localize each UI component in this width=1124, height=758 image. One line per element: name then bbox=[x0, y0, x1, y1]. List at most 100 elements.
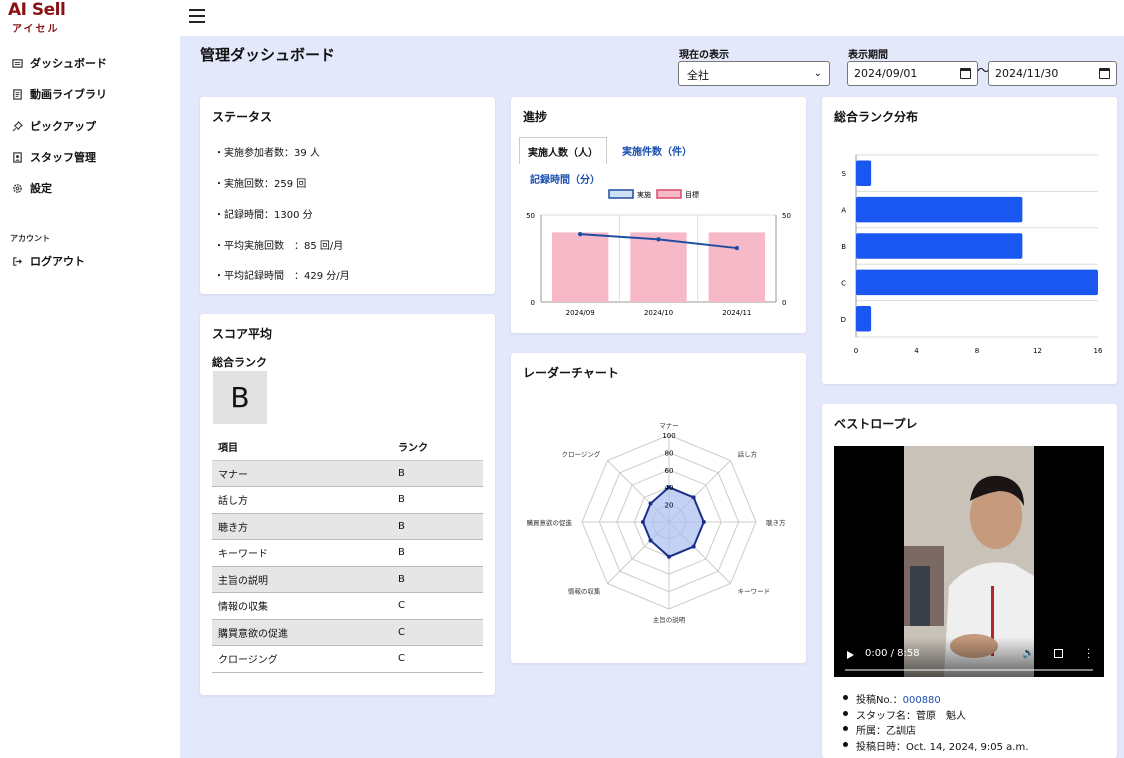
table-row: キーワード B bbox=[212, 539, 483, 567]
score-title: スコア平均 bbox=[212, 327, 273, 341]
more-options-icon[interactable]: ... bbox=[1087, 643, 1090, 661]
radar-point bbox=[691, 495, 696, 500]
radar-axis-label: 主旨の説明 bbox=[653, 615, 686, 624]
y-tick-label: B bbox=[841, 243, 846, 251]
sidebar-item-settings[interactable]: 設定 bbox=[10, 178, 52, 198]
table-row: 情報の収集 C bbox=[212, 592, 483, 620]
table-row: マナー B bbox=[212, 460, 483, 487]
progress-title: 進捗 bbox=[523, 110, 548, 124]
sidebar-item-staff[interactable]: スタッフ管理 bbox=[10, 147, 96, 167]
fullscreen-icon[interactable] bbox=[1054, 649, 1063, 658]
radar-point bbox=[648, 501, 653, 506]
app-logo[interactable]: AI Sell bbox=[8, 0, 66, 20]
score-item: 購買意欲の促進 bbox=[212, 619, 392, 646]
actual-point bbox=[577, 231, 583, 237]
video-time: 0:00 / 8:58 bbox=[865, 648, 920, 659]
radar-axis-label: クロージング bbox=[562, 449, 601, 458]
progress-card: 進捗 実施人数（人） 実施件数（件） 記録時間（分） 実施 目標 0 50 0 50 202… bbox=[511, 97, 806, 333]
radar-axis-label: 聴き方 bbox=[766, 518, 786, 527]
status-participants: ・実施参加者数：39 人 bbox=[214, 148, 320, 159]
sidebar-item-dashboard[interactable]: ダッシュボード bbox=[10, 53, 107, 73]
y-tick-label: A bbox=[841, 207, 846, 215]
post-number-label: 投稿No.： bbox=[856, 695, 903, 706]
tab-participants[interactable]: 実施人数（人） bbox=[519, 137, 607, 164]
target-bar bbox=[708, 232, 766, 302]
rank-bar bbox=[856, 306, 872, 332]
score-rank: B bbox=[392, 486, 483, 514]
y-tick-label: C bbox=[841, 279, 846, 287]
dashboard-icon bbox=[10, 57, 24, 69]
radar-point bbox=[667, 554, 671, 559]
volume-icon[interactable]: 🔈 bbox=[1022, 648, 1034, 659]
radar-axis-label: 情報の収集 bbox=[568, 587, 601, 596]
column-header-item: 項目 bbox=[212, 434, 392, 461]
sidebar-item-label: 動画ライブラリ bbox=[30, 88, 107, 101]
gear-icon bbox=[10, 182, 24, 194]
tab-cases[interactable]: 実施件数（件） bbox=[613, 137, 701, 164]
score-item: 主旨の説明 bbox=[212, 566, 392, 593]
date-from-input[interactable]: 2024/09/01 bbox=[847, 61, 978, 86]
radar-point bbox=[691, 544, 696, 549]
status-title: ステータス bbox=[212, 110, 273, 124]
video-progress-bar[interactable] bbox=[845, 669, 1093, 671]
rank-bar bbox=[856, 196, 1023, 223]
y-tick-label: 50 bbox=[526, 212, 535, 220]
logout-label: ログアウト bbox=[30, 255, 85, 268]
table-row: クロージング C bbox=[212, 645, 483, 673]
score-rank: B bbox=[392, 539, 483, 567]
date-to-value: 2024/11/30 bbox=[995, 67, 1059, 80]
x-tick-label: 0 bbox=[854, 347, 858, 355]
sidebar-section-account: アカウント bbox=[10, 234, 50, 243]
score-item: 情報の収集 bbox=[212, 592, 392, 620]
y-tick-label: 0 bbox=[531, 299, 535, 307]
post-number-link[interactable]: 000880 bbox=[903, 695, 941, 706]
sidebar-item-label: 設定 bbox=[30, 182, 52, 195]
progress-chart: 実施 目標 0 50 0 50 2024/09 2024/10 2024/11 bbox=[526, 189, 791, 317]
tab-recorded-time[interactable]: 記録時間（分） bbox=[530, 171, 600, 186]
radar-axis-label: キーワード bbox=[738, 588, 771, 596]
period-filter-label: 表示期間 bbox=[848, 50, 888, 61]
radar-axis-label: 話し方 bbox=[738, 449, 758, 458]
legend-swatch-target bbox=[656, 189, 682, 199]
score-item: マナー bbox=[212, 460, 392, 487]
date-to-input[interactable]: 2024/11/30 bbox=[988, 61, 1117, 86]
list-item: スタッフ名：菅原 魁人 bbox=[843, 707, 1028, 723]
play-icon[interactable] bbox=[847, 651, 854, 659]
video-player[interactable]: 0:00 / 8:58 🔈 ... bbox=[834, 446, 1104, 677]
x-tick-label: 16 bbox=[1094, 347, 1103, 355]
sidebar-item-library[interactable]: 動画ライブラリ bbox=[10, 84, 107, 104]
y2-tick-label: 0 bbox=[782, 299, 786, 307]
radar-point bbox=[701, 520, 706, 524]
rank-bar bbox=[856, 233, 1023, 259]
legend-label-actual: 実施 bbox=[637, 190, 651, 199]
top-bar: AI Sell アイセル bbox=[0, 0, 1124, 36]
calendar-icon[interactable] bbox=[960, 68, 971, 79]
staff-icon bbox=[10, 151, 24, 163]
radar-tick-label: 20 bbox=[665, 502, 674, 510]
calendar-icon[interactable] bbox=[1099, 68, 1110, 79]
sidebar-item-pickup[interactable]: ピックアップ bbox=[10, 116, 96, 136]
score-table: 項目 ランク マナー B 話し方 B 聴き方 B キーワード B 主旨の説明 B 情報の収… bbox=[212, 434, 483, 673]
logout-button[interactable]: ログアウト bbox=[10, 251, 85, 271]
x-tick-label: 4 bbox=[914, 347, 919, 355]
rank-distribution-title: 総合ランク分布 bbox=[834, 110, 919, 124]
score-rank: C bbox=[392, 592, 483, 620]
actual-point bbox=[656, 237, 661, 242]
x-tick-label: 8 bbox=[975, 347, 979, 355]
menu-icon[interactable] bbox=[189, 9, 205, 23]
score-rank: C bbox=[392, 619, 483, 646]
display-filter-label: 現在の表示 bbox=[679, 50, 729, 61]
video-controls: 0:00 / 8:58 🔈 ... bbox=[834, 637, 1104, 677]
x-tick-label: 2024/09 bbox=[566, 309, 595, 317]
sidebar-item-label: スタッフ管理 bbox=[30, 151, 96, 164]
rank-distribution-chart: S A B C D 0 4 8 12 16 bbox=[841, 154, 1103, 355]
target-bar bbox=[630, 232, 687, 302]
table-row: 購買意欲の促進 C bbox=[212, 619, 483, 646]
y2-tick-label: 50 bbox=[782, 212, 791, 220]
overall-rank-label: 総合ランク bbox=[212, 356, 267, 369]
library-icon bbox=[10, 88, 24, 100]
page-title: 管理ダッシュボード bbox=[200, 46, 336, 64]
display-select[interactable]: 全社 ⌄ bbox=[678, 61, 830, 86]
x-tick-label: 2024/10 bbox=[644, 309, 673, 317]
score-item: 聴き方 bbox=[212, 513, 392, 540]
